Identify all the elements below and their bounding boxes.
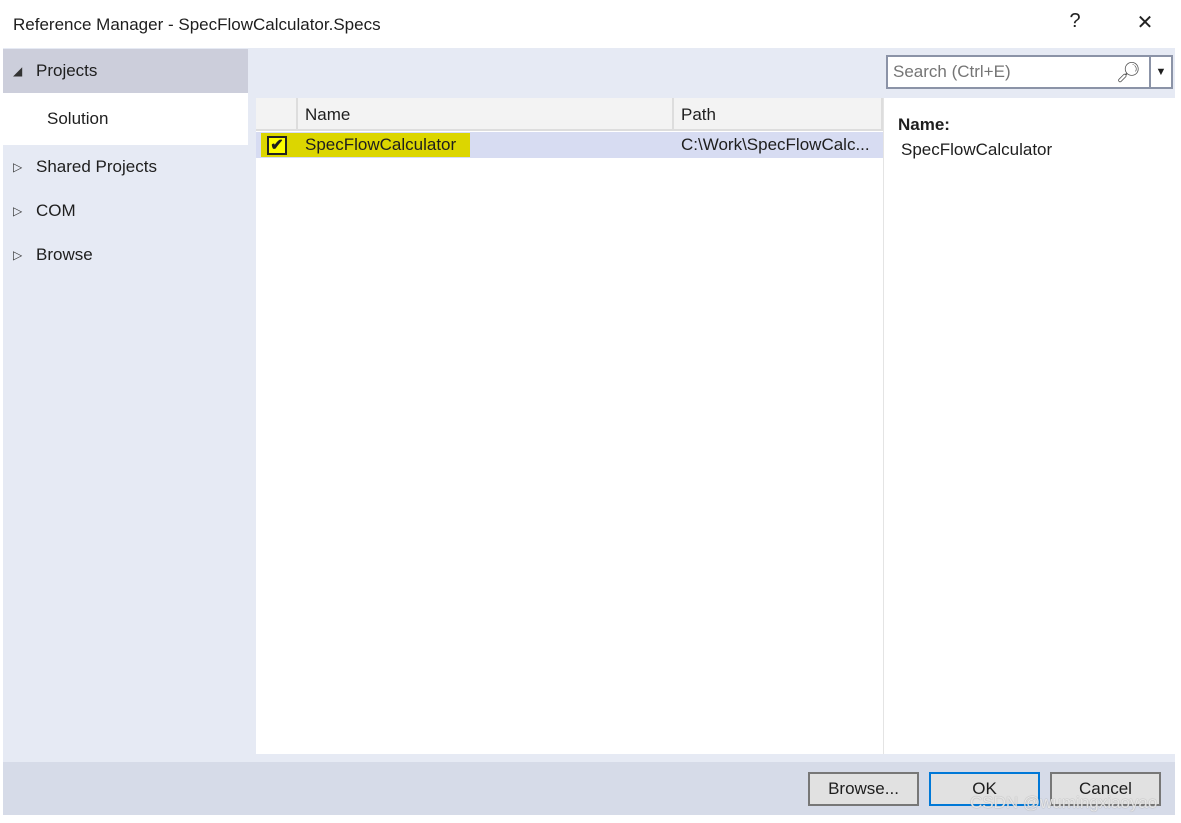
nav-item-projects[interactable]: ◢ Projects	[3, 49, 248, 93]
browse-button[interactable]: Browse...	[808, 772, 919, 806]
details-value: SpecFlowCalculator	[901, 140, 1053, 159]
nav-item-solution[interactable]: Solution	[3, 93, 248, 145]
reference-grid: Name Path ✔ SpecFlowCalculator C:\Work\S…	[256, 98, 883, 754]
nav-label: Solution	[47, 109, 109, 128]
row-name: SpecFlowCalculator	[305, 135, 457, 154]
row-path: C:\Work\SpecFlowCalc...	[681, 135, 870, 154]
watermark: CSDN @wumingxiaoyao	[970, 793, 1158, 812]
search-options-dropdown[interactable]: ▼	[1149, 57, 1171, 87]
close-button[interactable]: ✕	[1130, 10, 1160, 35]
title-bar: Reference Manager - SpecFlowCalculator.S…	[0, 0, 1181, 48]
collapsed-arrow-icon: ▷	[13, 204, 23, 218]
window-title: Reference Manager - SpecFlowCalculator.S…	[13, 15, 381, 34]
nav-label: Browse	[36, 245, 93, 264]
nav-label: Shared Projects	[36, 157, 157, 176]
details-panel: Name: SpecFlowCalculator	[883, 98, 1175, 754]
nav-panel: ◢ Projects Solution ▷ Shared Projects ▷ COM…	[3, 48, 248, 762]
nav-item-shared-projects[interactable]: ▷ Shared Projects	[3, 145, 248, 189]
collapsed-arrow-icon: ▷	[13, 248, 23, 262]
nav-item-com[interactable]: ▷ COM	[3, 189, 248, 233]
table-row[interactable]: ✔ SpecFlowCalculator C:\Work\SpecFlowCal…	[256, 132, 883, 158]
search-box[interactable]: 🔎︎ ▼	[886, 55, 1173, 89]
collapsed-arrow-icon: ▷	[13, 160, 23, 174]
nav-item-browse[interactable]: ▷ Browse	[3, 233, 248, 277]
expanded-arrow-icon: ◢	[13, 64, 23, 78]
column-header-path[interactable]: Path	[674, 98, 883, 131]
nav-label: Projects	[36, 61, 98, 80]
search-icon[interactable]: 🔎︎	[1116, 60, 1141, 85]
column-header-name[interactable]: Name	[298, 98, 674, 131]
column-header-check[interactable]	[256, 98, 298, 131]
nav-label: COM	[36, 201, 76, 220]
help-button[interactable]: ?	[1060, 10, 1090, 33]
search-input[interactable]	[888, 57, 1123, 87]
dialog-body: ◢ Projects Solution ▷ Shared Projects ▷ COM…	[3, 48, 1175, 815]
row-checkbox[interactable]: ✔	[267, 136, 287, 155]
details-label: Name:	[898, 115, 950, 134]
